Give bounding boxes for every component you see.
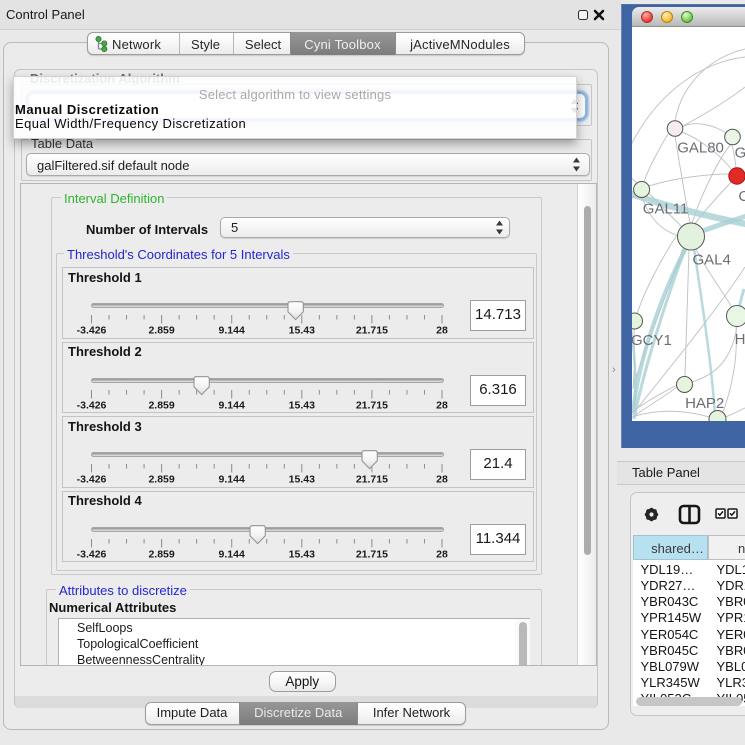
svg-text:2.859: 2.859 [148, 399, 174, 411]
svg-text:-3.426: -3.426 [77, 548, 107, 560]
svg-text:9.144: 9.144 [219, 325, 245, 337]
svg-text:15.43: 15.43 [289, 399, 315, 411]
svg-text:-3.426: -3.426 [77, 399, 107, 411]
svg-text:28: 28 [436, 474, 448, 486]
svg-text:GAL4: GAL4 [693, 252, 731, 269]
svg-text:21.715: 21.715 [356, 548, 388, 560]
svg-text:28: 28 [436, 325, 448, 337]
svg-text:-3.426: -3.426 [77, 474, 107, 486]
svg-text:9.144: 9.144 [219, 548, 245, 560]
svg-text:9.144: 9.144 [219, 474, 245, 486]
svg-text:2.859: 2.859 [148, 325, 174, 337]
svg-text:21.715: 21.715 [356, 399, 388, 411]
svg-text:21.715: 21.715 [356, 474, 388, 486]
svg-text:HAP2: HAP2 [685, 395, 724, 412]
svg-text:GAL: GAL [735, 144, 745, 161]
svg-text:15.43: 15.43 [289, 548, 315, 560]
svg-text:28: 28 [436, 548, 448, 560]
svg-text:28: 28 [436, 399, 448, 411]
svg-text:GAL11: GAL11 [643, 201, 689, 218]
svg-text:-3.426: -3.426 [77, 325, 107, 337]
svg-text:15.43: 15.43 [289, 325, 315, 337]
svg-text:C: C [738, 188, 745, 205]
svg-text:15.43: 15.43 [289, 474, 315, 486]
svg-text:GAL80: GAL80 [677, 139, 724, 156]
svg-text:H: H [735, 331, 745, 348]
svg-text:2.859: 2.859 [148, 474, 174, 486]
svg-text:9.144: 9.144 [219, 399, 245, 411]
svg-text:2.859: 2.859 [148, 548, 174, 560]
svg-text:21.715: 21.715 [356, 325, 388, 337]
svg-text:GCY1: GCY1 [632, 332, 672, 349]
